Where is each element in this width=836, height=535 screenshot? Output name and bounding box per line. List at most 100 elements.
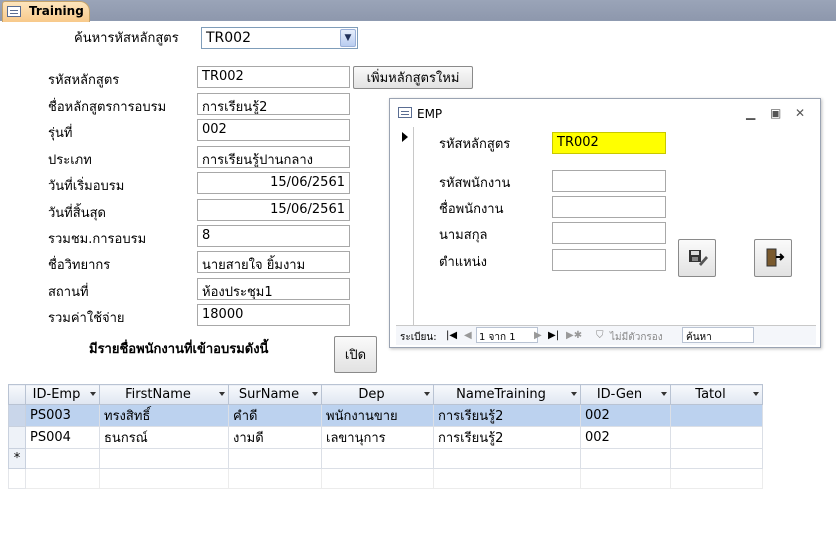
emp-id-field[interactable] xyxy=(552,170,666,192)
column-header[interactable]: ID-Emp xyxy=(25,384,100,405)
table-cell[interactable]: ธนกรณ์ xyxy=(99,426,229,449)
table-cell[interactable] xyxy=(670,426,763,449)
column-header[interactable]: Dep xyxy=(321,384,434,405)
filter-icon: ⛉ xyxy=(596,330,604,341)
form-icon xyxy=(398,107,412,118)
emp-firstname-label: ชื่อพนักงาน xyxy=(439,202,504,217)
column-header[interactable]: ID-Gen xyxy=(580,384,671,405)
row-selector[interactable] xyxy=(8,404,26,427)
lecturer-label: ชื่อวิทยากร xyxy=(48,258,111,273)
table-cell[interactable]: คำดี xyxy=(228,404,322,427)
table-cell[interactable]: 002 xyxy=(580,404,671,427)
new-record-row[interactable]: * xyxy=(8,448,763,469)
emp-surname-field[interactable] xyxy=(552,222,666,244)
table-cell[interactable]: PS003 xyxy=(25,404,100,427)
table-cell[interactable]: งามดี xyxy=(228,426,322,449)
table-cell[interactable]: การเรียนรู้2 xyxy=(433,404,581,427)
chevron-down-icon[interactable]: ▼ xyxy=(340,29,356,47)
end-date-field[interactable]: 15/06/2561 xyxy=(197,199,350,221)
save-edit-icon xyxy=(689,250,708,266)
table-cell[interactable] xyxy=(433,448,581,469)
column-header[interactable]: NameTraining xyxy=(433,384,581,405)
column-dropdown-icon[interactable] xyxy=(571,392,577,396)
exit-door-icon xyxy=(766,248,785,267)
empty-cell xyxy=(25,468,100,489)
next-record-icon[interactable]: ▶ xyxy=(534,330,542,341)
record-selector[interactable] xyxy=(396,127,414,327)
column-header[interactable]: SurName xyxy=(228,384,322,405)
table-cell[interactable]: การเรียนรู้2 xyxy=(433,426,581,449)
table-cell[interactable]: เลขานุการ xyxy=(321,426,434,449)
course-search-value: TR002 xyxy=(206,30,252,46)
table-row[interactable]: PS004 ธนกรณ์ งามดี เลขานุการ การเรียนรู้… xyxy=(8,426,763,449)
new-record-icon[interactable]: ▶✱ xyxy=(566,330,582,341)
table-cell[interactable] xyxy=(580,448,671,469)
employee-list-label: มีรายชื่อพนักงานที่เข้าอบรมดังนี้ xyxy=(89,342,269,357)
row-selector[interactable] xyxy=(8,426,26,449)
total-hours-label: รวมชม.การอบรม xyxy=(48,232,147,247)
type-field[interactable]: การเรียนรู้ปานกลาง xyxy=(197,146,350,168)
course-name-field[interactable]: การเรียนรู้2 xyxy=(197,93,350,115)
new-record-marker[interactable]: * xyxy=(8,448,26,469)
table-cell[interactable]: ทรงสิทธิ์ xyxy=(99,404,229,427)
emp-course-id-field[interactable]: TR002 xyxy=(552,132,666,154)
table-cell[interactable]: พนักงานขาย xyxy=(321,404,434,427)
record-position-field[interactable]: 1 จาก 1 xyxy=(476,327,538,343)
add-course-button[interactable]: เพิ่มหลักสูตรใหม่ xyxy=(353,66,473,89)
column-dropdown-icon[interactable] xyxy=(424,392,430,396)
start-date-field[interactable]: 15/06/2561 xyxy=(197,172,350,194)
table-cell[interactable]: 002 xyxy=(580,426,671,449)
course-name-label: ชื่อหลักสูตรการอบรม xyxy=(48,100,167,115)
tab-training[interactable]: Training xyxy=(2,1,90,22)
filter-status[interactable]: ไม่มีตัวกรอง xyxy=(610,330,663,345)
table-cell[interactable] xyxy=(321,448,434,469)
total-hours-field[interactable]: 8 xyxy=(197,225,350,247)
search-label: ค้นหารหัสหลักสูตร xyxy=(74,31,179,46)
column-dropdown-icon[interactable] xyxy=(90,392,96,396)
last-record-icon[interactable]: ▶| xyxy=(548,330,559,341)
table-cell[interactable]: PS004 xyxy=(25,426,100,449)
tab-label: Training xyxy=(29,4,84,18)
lecturer-field[interactable]: นายสายใจ ยิ้มงาม xyxy=(197,251,350,273)
course-id-field[interactable]: TR002 xyxy=(197,66,350,88)
current-record-icon xyxy=(402,132,408,142)
column-dropdown-icon[interactable] xyxy=(753,392,759,396)
save-record-button[interactable] xyxy=(678,239,716,277)
employee-datasheet: ID-Emp FirstName SurName Dep NameTrainin… xyxy=(8,384,763,489)
column-dropdown-icon[interactable] xyxy=(661,392,667,396)
emp-titlebar[interactable]: EMP ▁ ▣ ✕ xyxy=(390,99,820,127)
generation-field[interactable]: 002 xyxy=(197,119,350,141)
record-navigation-bar: ระเบียน: |◀ ◀ 1 จาก 1 ▶ ▶| ▶✱ ⛉ ไม่มีตัว… xyxy=(396,325,816,345)
location-field[interactable]: ห้องประชุม1 xyxy=(197,278,350,300)
table-cell[interactable] xyxy=(670,448,763,469)
emp-id-label: รหัสพนักงาน xyxy=(439,176,511,191)
close-icon[interactable]: ✕ xyxy=(795,106,805,120)
end-date-label: วันที่สิ้นสุด xyxy=(48,206,106,221)
emp-position-field[interactable] xyxy=(552,249,666,271)
select-all-corner[interactable] xyxy=(8,384,26,405)
minimize-icon[interactable]: ▁ xyxy=(746,106,755,120)
empty-cell xyxy=(8,468,26,489)
emp-firstname-field[interactable] xyxy=(552,196,666,218)
total-cost-field[interactable]: 18000 xyxy=(197,304,350,326)
open-button[interactable]: เปิด xyxy=(334,336,377,373)
table-cell[interactable] xyxy=(25,448,100,469)
emp-title: EMP xyxy=(417,107,443,121)
table-cell[interactable] xyxy=(99,448,229,469)
column-dropdown-icon[interactable] xyxy=(312,392,318,396)
course-search-combo[interactable]: TR002 ▼ xyxy=(201,27,358,49)
empty-cell xyxy=(433,468,581,489)
close-form-button[interactable] xyxy=(754,239,792,277)
nav-search-field[interactable]: ค้นหา xyxy=(682,327,754,343)
table-cell[interactable] xyxy=(670,404,763,427)
course-id-label: รหัสหลักสูตร xyxy=(48,73,120,88)
column-dropdown-icon[interactable] xyxy=(219,392,225,396)
first-record-icon[interactable]: |◀ xyxy=(446,330,457,341)
table-cell[interactable] xyxy=(228,448,322,469)
column-header[interactable]: Tatol xyxy=(670,384,763,405)
column-header[interactable]: FirstName xyxy=(99,384,229,405)
table-row[interactable]: PS003 ทรงสิทธิ์ คำดี พนักงานขาย การเรียน… xyxy=(8,404,763,427)
prev-record-icon[interactable]: ◀ xyxy=(464,330,472,341)
document-tab-bar: Training xyxy=(0,0,836,22)
restore-icon[interactable]: ▣ xyxy=(770,106,781,120)
